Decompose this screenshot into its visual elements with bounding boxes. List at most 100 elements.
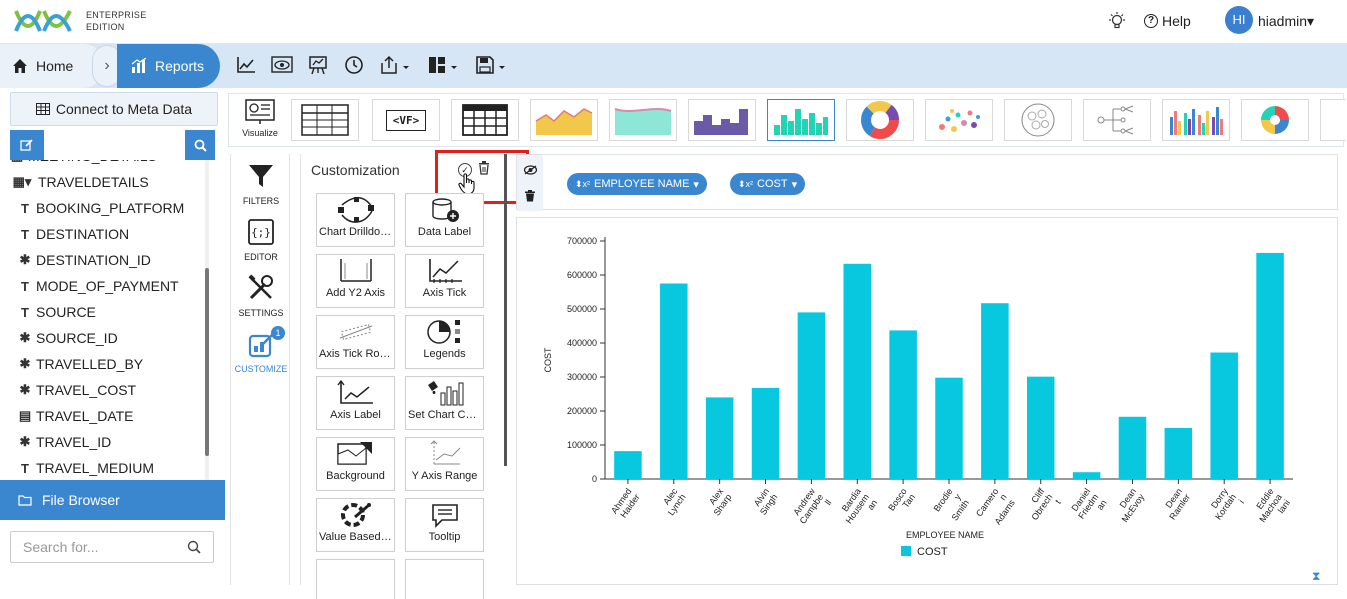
settings-tab[interactable]: SETTINGS (231, 274, 291, 318)
pie-chart-option[interactable] (1241, 99, 1309, 141)
tile-y-axis-range[interactable]: Y Axis Range (405, 437, 484, 491)
numeric-type-icon: ✱ (19, 434, 31, 449)
trash-icon[interactable] (478, 161, 490, 175)
vf-chart-option[interactable]: <VF> (372, 99, 440, 141)
bar-chart-icon (774, 109, 828, 135)
customization-scrollbar[interactable] (504, 154, 507, 466)
file-browser-button[interactable]: File Browser (0, 480, 225, 520)
tree-item[interactable]: T MODE_OF_PAYMENT (18, 278, 179, 294)
axis-label-icon (317, 377, 394, 409)
tree-item[interactable]: ▦ MEETING_DETAILS (10, 160, 157, 164)
bar (889, 330, 917, 479)
pivot-table-option[interactable] (451, 99, 519, 141)
tree-item-label: SOURCE_ID (36, 330, 118, 346)
tree-item[interactable]: ▦▾ TRAVELDETAILS (10, 174, 149, 190)
tile-axis-label[interactable]: Axis Label (316, 376, 395, 430)
multi-bar-option[interactable] (1162, 99, 1230, 141)
save-dropdown[interactable] (472, 52, 512, 78)
metadata-tools (0, 130, 225, 160)
sort-icon[interactable]: ⬍x² (575, 179, 590, 190)
preview-icon[interactable] (268, 52, 296, 78)
measure-pill[interactable]: ⬍x² COST ▾ (730, 173, 806, 195)
tree-item[interactable]: ✱ TRAVEL_ID (18, 434, 112, 450)
tile-legends[interactable]: Legends (405, 315, 484, 369)
pie-chart-icon (1261, 106, 1289, 134)
tile-value-based-color[interactable]: Value Based Color (316, 498, 395, 552)
table-chart-option[interactable] (291, 99, 359, 141)
tree-item[interactable]: T DESTINATION (18, 226, 129, 242)
trash-icon[interactable] (525, 190, 535, 202)
reports-button[interactable]: Reports (117, 44, 220, 88)
avatar[interactable]: HI (1225, 6, 1253, 34)
tree-item-label: TRAVEL_MEDIUM (36, 460, 154, 476)
tree-item[interactable]: ▤ TRAVEL_DATE (18, 408, 134, 424)
axis-tick-rotation-icon (317, 316, 394, 348)
layout-dropdown[interactable] (424, 52, 464, 78)
tooltip-icon (406, 499, 483, 531)
tree-item-label: MODE_OF_PAYMENT (36, 278, 179, 294)
tree-item[interactable]: T SOURCE (18, 304, 96, 320)
tile-axis-tick[interactable]: Axis Tick (405, 254, 484, 308)
tree-chart-option[interactable] (1083, 99, 1151, 141)
more-charts-option[interactable] (1320, 99, 1346, 141)
x-tick-label: DanielFriedman (1068, 486, 1109, 526)
data-label-icon (406, 194, 483, 226)
tile-set-chart-color[interactable]: Set Chart Color (405, 376, 484, 430)
edit-button[interactable] (10, 130, 44, 160)
tile-partial[interactable] (405, 559, 484, 599)
tile-label: Axis Tick Rotation (319, 348, 394, 360)
bubble-pack-option[interactable] (1004, 99, 1072, 141)
line-chart-icon[interactable] (232, 52, 260, 78)
folder-icon (18, 495, 32, 506)
user-menu[interactable]: hiadmin▾ (1258, 13, 1314, 30)
bar (751, 387, 780, 479)
bubble-pack-icon (1021, 103, 1055, 137)
tile-background[interactable]: Background (316, 437, 395, 491)
lightbulb-icon[interactable] (1108, 12, 1126, 30)
scatter-chart-option[interactable] (925, 99, 993, 141)
tile-data-label[interactable]: Data Label (405, 193, 484, 247)
bar (1026, 376, 1055, 479)
connect-meta-data-button[interactable]: Connect to Meta Data (10, 92, 218, 126)
metadata-panel: Connect to Meta Data ▦ MEETING_DETAILS ▦▾ T… (0, 88, 225, 585)
metadata-search-button[interactable] (185, 130, 215, 160)
tree-item[interactable]: ✱ SOURCE_ID (18, 330, 118, 346)
helical-logo[interactable] (14, 7, 74, 35)
tile-chart-drilldown[interactable]: Chart Drilldown (316, 193, 395, 247)
background-icon (317, 438, 394, 470)
tree-item[interactable]: ✱ TRAVEL_COST (18, 382, 137, 398)
history-icon[interactable] (340, 52, 368, 78)
stacked-bar-option[interactable] (688, 99, 756, 141)
tree-item[interactable]: T BOOKING_PLATFORM (18, 200, 184, 216)
tree-item-label: TRAVELDETAILS (38, 174, 149, 190)
tree-item[interactable]: ✱ TRAVELLED_BY (18, 356, 144, 372)
stacked-bar-icon (694, 109, 748, 135)
tree-item[interactable]: ✱ DESTINATION_ID (18, 252, 151, 268)
eye-icon[interactable] (524, 165, 537, 175)
table-icon (301, 104, 349, 136)
file-search-input[interactable]: Search for... (10, 531, 214, 563)
area-chart-option[interactable] (530, 99, 598, 141)
tree-item[interactable]: T TRAVEL_MEDIUM (18, 460, 154, 476)
bar-chart-option[interactable] (767, 99, 835, 141)
visualize-button[interactable]: Visualize (237, 98, 283, 144)
bar (1072, 472, 1101, 479)
stream-chart-option[interactable] (609, 99, 677, 141)
bar (935, 377, 963, 479)
export-dropdown[interactable] (376, 52, 416, 78)
home-button[interactable]: Home (0, 44, 105, 88)
sort-icon[interactable]: ⬍x² (738, 179, 753, 190)
filters-tab[interactable]: FILTERS (231, 162, 291, 206)
tile-add-y2-axis[interactable]: Add Y2 Axis (316, 254, 395, 308)
editor-tab[interactable]: {;} EDITOR (231, 218, 291, 262)
tile-axis-tick-rotation[interactable]: Axis Tick Rotation (316, 315, 395, 369)
dimension-pill[interactable]: ⬍x² EMPLOYEE NAME ▾ (567, 173, 707, 195)
tile-tooltip[interactable]: Tooltip (405, 498, 484, 552)
tile-partial[interactable] (316, 559, 395, 599)
y-tick-label: 300000 (567, 372, 597, 382)
donut-chart-option[interactable] (846, 99, 914, 141)
x-tick-label: AndrewCampbell (789, 486, 833, 531)
customize-tab[interactable]: 1 CUSTOMIZE (231, 326, 291, 374)
presentation-icon[interactable] (304, 52, 332, 78)
help-link[interactable]: ? Help (1144, 13, 1191, 29)
